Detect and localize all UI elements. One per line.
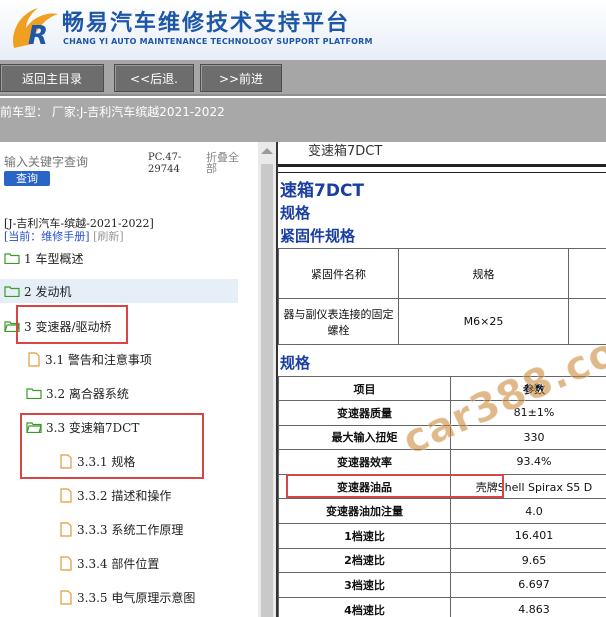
- table-cell: M6×25: [398, 298, 569, 345]
- folder-icon: [4, 286, 20, 297]
- document-icon: [60, 589, 72, 605]
- tree-item-label: 3.3.3 系统工作原理: [77, 522, 184, 537]
- table-header: [568, 248, 606, 299]
- sidebar: 查询 PC.47-29744 折叠全部 [J-吉利汽车-缤越-2021-2022…: [0, 142, 258, 617]
- tree-item-engine[interactable]: 2 发动机: [0, 279, 238, 303]
- table-row: 变速器油加注量 4.0: [278, 498, 606, 524]
- brand-title: 畅易汽车维修技术支持平台: [62, 11, 351, 36]
- doc-title: 速箱7DCT: [280, 181, 365, 201]
- folder-icon: [26, 388, 42, 399]
- table-cell: 9.65: [450, 547, 606, 574]
- swoosh-r-logo-icon: R: [13, 8, 58, 51]
- tree-item-label: 1 车型概述: [24, 251, 84, 266]
- table-cell: 2档速比: [278, 547, 451, 574]
- search-input[interactable]: [4, 154, 144, 170]
- site-header: R 畅易汽车维修技术支持平台 CHANG YI AUTO MAINTENANCE…: [0, 0, 606, 60]
- table-cell: 16.401: [450, 522, 606, 549]
- table-cell: 6.697: [450, 572, 606, 598]
- table-cell: 3档速比: [278, 572, 451, 598]
- running-head: 变速箱7DCT: [308, 144, 383, 159]
- table-row: 3档速比 6.697: [278, 572, 606, 598]
- scroll-up-arrow-icon[interactable]: [261, 148, 273, 154]
- table-row: 2档速比 9.65: [278, 547, 606, 574]
- table-header: 项目: [278, 376, 451, 401]
- highlight-box-oil: [286, 474, 504, 498]
- svg-text:R: R: [28, 21, 48, 51]
- tree-item-component-location[interactable]: 3.3.4 部件位置: [60, 551, 159, 575]
- tree-item-clutch[interactable]: 3.2 离合器系统: [26, 381, 129, 405]
- section-heading-specs: 规格: [280, 204, 311, 222]
- tree-item-label: 3.3.4 部件位置: [77, 556, 160, 571]
- tree-item-label: 3.3.5 电气原理示意图: [77, 590, 196, 605]
- breadcrumb-current-label[interactable]: [当前：维修手册]: [4, 230, 90, 243]
- fastener-table: 紧固件名称 规格 器与副仪表连接的固定螺栓 M6×25: [278, 248, 606, 345]
- table-cell: 93.4%: [450, 449, 606, 475]
- tree-item-label: 3.2 离合器系统: [46, 386, 129, 401]
- document-icon: [60, 521, 72, 537]
- nav-bar: 返回主目录 <<后退. >>前进: [0, 60, 606, 96]
- document-icon: [60, 487, 72, 503]
- sidebar-scrollbar[interactable]: [258, 142, 276, 617]
- fold-all-link[interactable]: 折叠全部: [206, 152, 246, 174]
- home-button[interactable]: 返回主目录: [0, 64, 104, 92]
- table-row: 1档速比 16.401: [278, 522, 606, 549]
- highlight-box-specs: [20, 413, 204, 479]
- table-header: 规格: [398, 248, 569, 299]
- document-icon: [28, 351, 40, 367]
- document-pane: 变速箱7DCT 速箱7DCT 规格 紧固件规格 紧固件名称 规格 器与副仪表连接…: [276, 142, 606, 617]
- tree-item-warnings[interactable]: 3.1 警告和注意事项: [28, 347, 152, 371]
- tree-item-description[interactable]: 3.3.2 描述和操作: [60, 483, 171, 507]
- folder-icon: [4, 253, 20, 264]
- breadcrumb-current: [当前：维修手册] [刷新]: [4, 228, 124, 244]
- table-cell: 4.0: [450, 498, 606, 524]
- tree-item-schematic[interactable]: 3.3.5 电气原理示意图: [60, 585, 195, 609]
- back-button[interactable]: <<后退.: [114, 64, 194, 92]
- tree-item-working-principle[interactable]: 3.3.3 系统工作原理: [60, 517, 183, 541]
- tree-item-label: 2 发动机: [24, 284, 72, 299]
- table-cell: 器与副仪表连接的固定螺栓: [278, 298, 399, 345]
- scroll-thumb[interactable]: [261, 164, 273, 617]
- table-header: 紧固件名称: [278, 248, 399, 299]
- brand-subtitle: CHANG YI AUTO MAINTENANCE TECHNOLOGY SUP…: [63, 37, 373, 46]
- forward-button[interactable]: >>前进: [200, 64, 282, 92]
- search-button[interactable]: 查询: [4, 171, 50, 186]
- refresh-link[interactable]: [刷新]: [93, 230, 124, 243]
- table-cell: 4档速比: [278, 596, 451, 617]
- table-header-row: 紧固件名称 规格: [278, 248, 606, 299]
- section-heading-specs2: 规格: [280, 354, 311, 372]
- highlight-box-transmission: [16, 305, 128, 344]
- divider: [278, 172, 606, 173]
- vehicle-model-bar: 前车型： 厂家:J-吉利汽车缤越2021-2022: [0, 98, 606, 142]
- table-row: 4档速比 4.863: [278, 596, 606, 617]
- tree-item-label: 3.3.2 描述和操作: [77, 488, 172, 503]
- divider: [278, 164, 606, 167]
- table-cell: 1档速比: [278, 522, 451, 549]
- tree-item-label: 3.1 警告和注意事项: [45, 352, 152, 367]
- document-icon: [60, 555, 72, 571]
- table-row: 变速器效率 93.4%: [278, 449, 606, 475]
- table-cell: 变速器油加注量: [278, 498, 451, 524]
- section-heading-fasteners: 紧固件规格: [280, 227, 356, 245]
- table-row: 器与副仪表连接的固定螺栓 M6×25: [278, 298, 606, 345]
- table-cell: 4.863: [450, 596, 606, 617]
- tree-item-vehicle-overview[interactable]: 1 车型概述: [4, 246, 83, 270]
- pc-code: PC.47-29744: [148, 152, 182, 175]
